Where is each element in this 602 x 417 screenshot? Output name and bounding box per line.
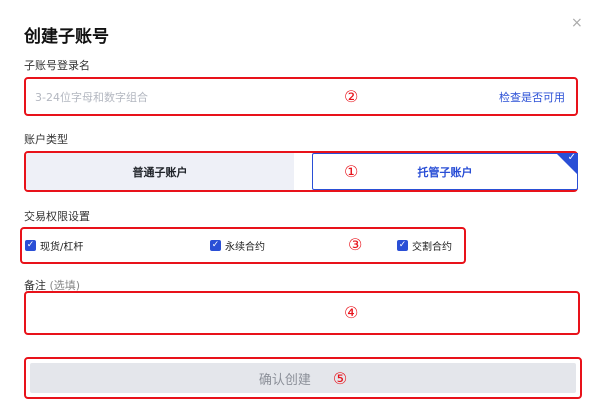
marker-4: ④ (344, 303, 359, 322)
marker-5: ⑤ (332, 368, 348, 388)
checkbox-checked-icon: ✓ (210, 240, 221, 251)
note-field[interactable]: ④ (24, 291, 580, 335)
confirm-create-button[interactable]: 确认创建 ⑤ (30, 363, 576, 393)
confirm-create-label: 确认创建 (258, 372, 311, 388)
confirm-button-frame: 确认创建 ⑤ (24, 357, 582, 399)
account-type-label: 账户类型 (24, 133, 68, 146)
check-availability-link[interactable]: 检查是否可用 (499, 89, 565, 105)
permission-futures[interactable]: ✓ 交割合约 (397, 238, 452, 253)
login-name-placeholder: 3-24位字母和数字组合 (35, 91, 148, 104)
permission-label: 交割合约 (412, 242, 452, 253)
account-type-normal[interactable]: 普通子账户 (26, 153, 294, 190)
marker-1: ① (344, 162, 359, 181)
permission-spot-margin[interactable]: ✓ 现货/杠杆 (25, 238, 83, 253)
close-icon[interactable]: × (571, 15, 583, 31)
marker-3: ③ (348, 235, 363, 254)
permission-perpetual[interactable]: ✓ 永续合约 (210, 238, 265, 253)
login-name-label: 子账号登录名 (24, 59, 90, 72)
account-type-selector: 普通子账户 托管子账户 ✓ ① (24, 151, 578, 192)
permission-label: 现货/杠杆 (40, 242, 84, 253)
permissions-group: ✓ 现货/杠杆 ✓ 永续合约 ③ ✓ 交割合约 (20, 227, 466, 264)
permission-label: 永续合约 (225, 242, 265, 253)
account-type-managed-label: 托管子账户 (417, 165, 473, 179)
marker-2: ② (344, 87, 359, 106)
checkbox-checked-icon: ✓ (25, 240, 36, 251)
login-name-field[interactable]: 3-24位字母和数字组合 ② 检查是否可用 (24, 77, 578, 116)
checkbox-checked-icon: ✓ (397, 240, 408, 251)
dialog-title: 创建子账号 (24, 27, 109, 47)
permissions-label: 交易权限设置 (24, 210, 90, 223)
check-icon: ✓ (567, 152, 576, 163)
